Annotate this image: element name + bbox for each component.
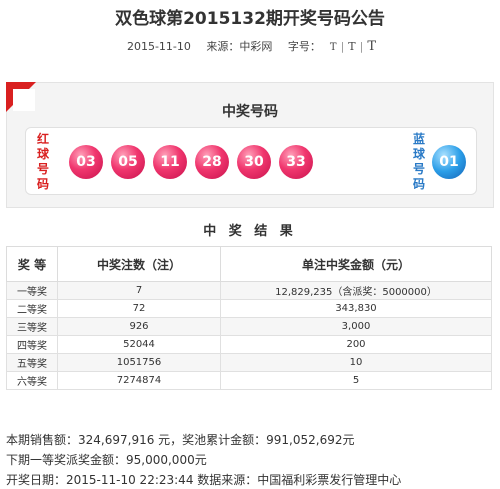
publish-date: 2015-11-10 xyxy=(126,40,191,53)
font-size-large-button[interactable]: T xyxy=(367,39,376,54)
prize-level: 六等奖 xyxy=(6,371,58,390)
article-meta: 2015-11-10 来源：中彩网 字号： T | T | T xyxy=(0,38,500,54)
winner-count: 72 xyxy=(57,299,221,318)
font-size-medium-button[interactable]: T xyxy=(348,40,355,53)
winner-count: 52044 xyxy=(57,335,221,354)
font-size-label: 字号： xyxy=(287,40,321,53)
winning-numbers-panel: 中奖号码 红 球 号 码 03 05 11 28 30 33 蓝 球 号 码 0… xyxy=(6,82,494,208)
column-header-amount: 单注中奖金额（元） xyxy=(220,246,492,282)
results-title: 中 奖 结 果 xyxy=(203,224,297,239)
red-ball: 05 xyxy=(111,145,145,179)
table-row: 三等奖 926 3,000 xyxy=(6,317,492,336)
table-row: 一等奖 7 12,829,235（含派奖：5000000） xyxy=(6,281,492,300)
prize-amount: 343,830 xyxy=(220,299,492,318)
red-ball: 11 xyxy=(153,145,187,179)
prize-level: 四等奖 xyxy=(6,335,58,354)
separator: | xyxy=(359,40,364,53)
prize-amount: 3,000 xyxy=(220,317,492,336)
prize-amount: 12,829,235（含派奖：5000000） xyxy=(220,281,492,300)
winner-count: 926 xyxy=(57,317,221,336)
next-prize-summary: 下期一等奖派奖金额：95,000,000元 xyxy=(6,453,207,467)
font-size-small-button[interactable]: T xyxy=(330,42,337,53)
source-label: 来源：中彩网 xyxy=(206,40,273,53)
prize-level: 五等奖 xyxy=(6,353,58,372)
numbers-box: 红 球 号 码 03 05 11 28 30 33 蓝 球 号 码 01 xyxy=(25,127,477,195)
winner-count: 7274874 xyxy=(57,371,221,390)
red-ball: 28 xyxy=(195,145,229,179)
table-row: 五等奖 1051756 10 xyxy=(6,353,492,372)
separator: | xyxy=(340,40,345,53)
column-header-count: 中奖注数（注） xyxy=(57,246,221,282)
winner-count: 1051756 xyxy=(57,353,221,372)
sales-summary: 本期销售额：324,697,916 元，奖池累计金额：991,052,692元 xyxy=(6,433,355,447)
prize-amount: 200 xyxy=(220,335,492,354)
prize-amount: 5 xyxy=(220,371,492,390)
table-row: 二等奖 72 343,830 xyxy=(6,299,492,318)
draw-date-summary: 开奖日期：2015-11-10 22:23:44 数据来源：中国福利彩票发行管理… xyxy=(6,473,402,487)
prize-level: 三等奖 xyxy=(6,317,58,336)
prize-level: 二等奖 xyxy=(6,299,58,318)
table-row: 四等奖 52044 200 xyxy=(6,335,492,354)
winner-count: 7 xyxy=(57,281,221,300)
page-title: 双色球第2015132期开奖号码公告 xyxy=(115,9,385,29)
red-ball: 30 xyxy=(237,145,271,179)
table-row: 六等奖 7274874 5 xyxy=(6,371,492,390)
red-ball: 33 xyxy=(279,145,313,179)
prize-results-table: 奖 等 中奖注数（注） 单注中奖金额（元） 一等奖 7 12,829,235（含… xyxy=(6,246,492,390)
prize-level: 一等奖 xyxy=(6,281,58,300)
blue-ball-label: 蓝 球 号 码 xyxy=(412,132,425,191)
blue-ball: 01 xyxy=(432,145,466,179)
column-header-level: 奖 等 xyxy=(6,246,58,282)
prize-amount: 10 xyxy=(220,353,492,372)
winning-numbers-title: 中奖号码 xyxy=(222,104,278,120)
red-ball: 03 xyxy=(69,145,103,179)
red-ball-label: 红 球 号 码 xyxy=(36,132,49,191)
